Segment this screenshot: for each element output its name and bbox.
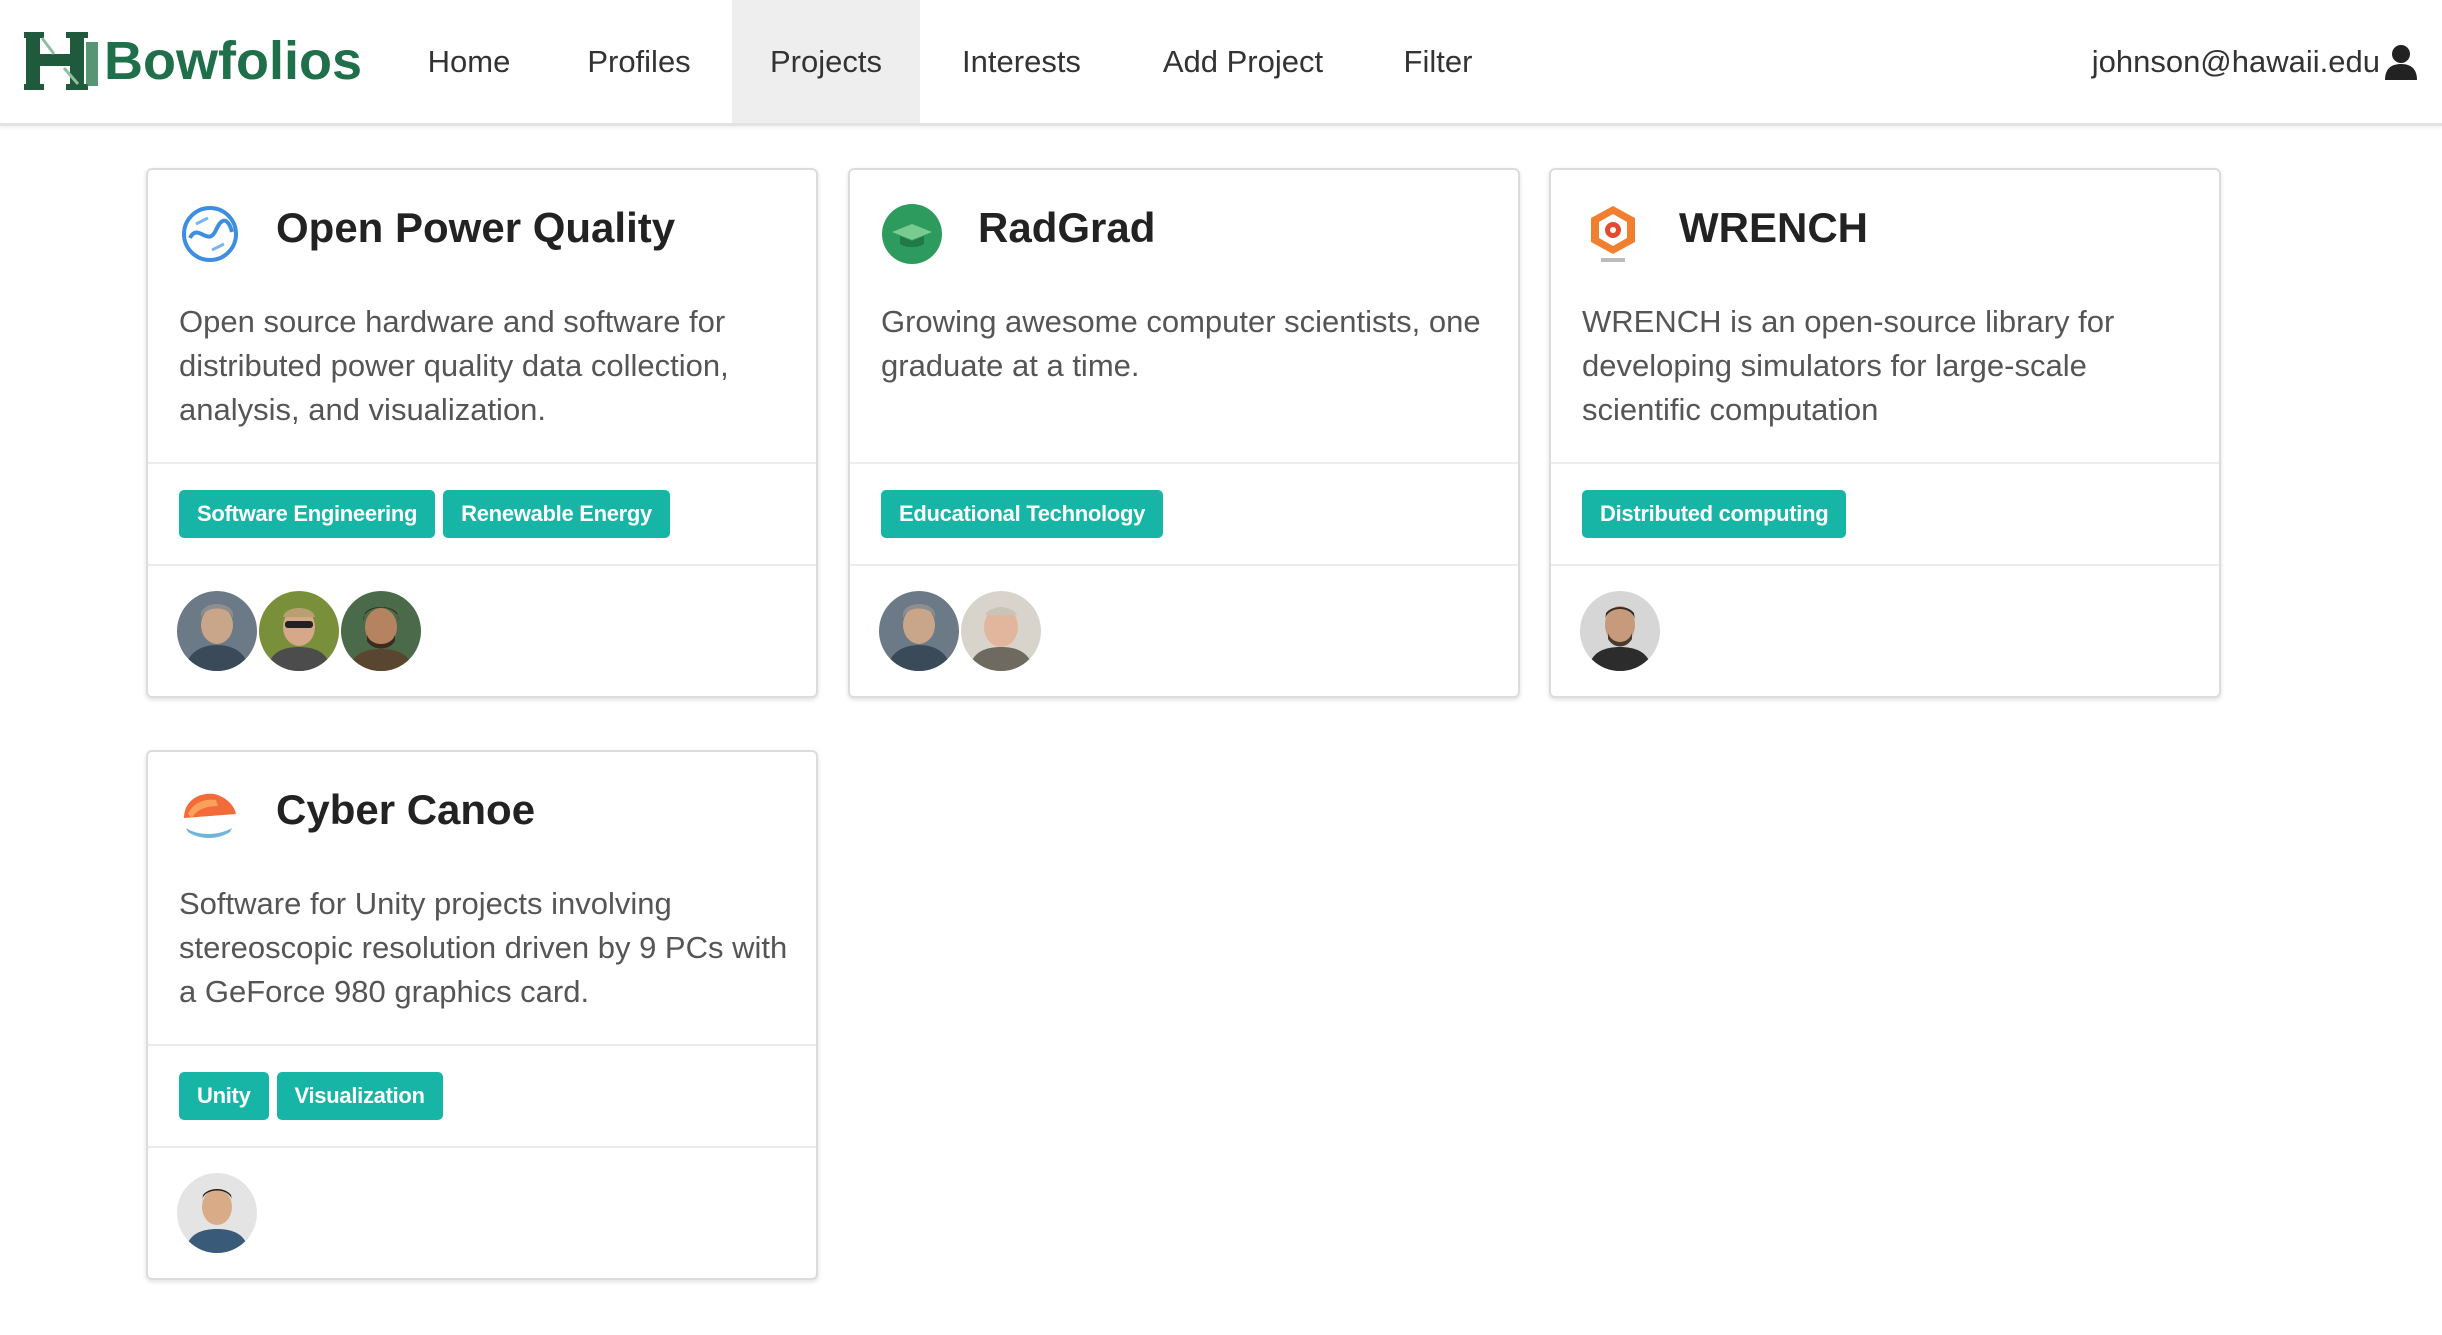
open-power-quality-logo-icon	[182, 206, 238, 262]
brand-link[interactable]: Bowfolios	[24, 28, 362, 94]
member-avatar[interactable]	[177, 591, 257, 671]
tag-distributed-computing[interactable]: Distributed computing	[1582, 490, 1847, 538]
nav-profiles[interactable]: Profiles	[565, 0, 713, 123]
nav-home[interactable]: Home	[404, 0, 534, 123]
project-members	[1551, 566, 2219, 696]
project-tags: Educational Technology	[850, 464, 1518, 566]
cyber-canoe-logo-icon	[184, 793, 236, 842]
project-description: WRENCH is an open-source library for dev…	[1582, 304, 2115, 427]
tag-educational-technology[interactable]: Educational Technology	[881, 490, 1164, 538]
nav-add-project[interactable]: Add Project	[1143, 0, 1343, 123]
project-tags: Unity Visualization	[148, 1046, 816, 1148]
top-navbar: Bowfolios Home Profiles Projects Interes…	[0, 0, 2442, 126]
project-members	[850, 566, 1518, 696]
uh-logo-icon	[24, 32, 98, 90]
project-title[interactable]: Open Power Quality	[276, 204, 675, 252]
brand-name: Bowfolios	[104, 31, 362, 91]
project-description: Open source hardware and software for di…	[179, 304, 729, 427]
project-members	[148, 1148, 816, 1278]
project-description: Software for Unity projects involving st…	[179, 886, 788, 1009]
project-tags: Distributed computing	[1551, 464, 2219, 566]
member-avatar[interactable]	[1580, 591, 1660, 671]
project-card-wrench: WRENCH WRENCH is an open-source library …	[1549, 168, 2221, 698]
project-title[interactable]: RadGrad	[978, 204, 1155, 252]
user-menu[interactable]: johnson@hawaii.edu	[2092, 0, 2418, 123]
tag-software-engineering[interactable]: Software Engineering	[179, 490, 436, 538]
project-tags: Software Engineering Renewable Energy	[148, 464, 816, 566]
project-description: Growing awesome computer scientists, one…	[881, 304, 1481, 383]
member-avatar[interactable]	[879, 591, 959, 671]
project-card-cyber-canoe: Cyber Canoe Software for Unity projects …	[146, 750, 818, 1280]
radgrad-logo-icon	[882, 204, 942, 264]
member-avatar[interactable]	[341, 591, 421, 671]
member-avatar[interactable]	[177, 1173, 257, 1253]
tag-unity[interactable]: Unity	[179, 1072, 269, 1120]
tag-visualization[interactable]: Visualization	[276, 1072, 443, 1120]
nav-projects[interactable]: Projects	[732, 0, 920, 123]
user-icon	[2385, 44, 2417, 80]
project-title[interactable]: Cyber Canoe	[276, 786, 535, 834]
wrench-logo-icon	[1591, 206, 1635, 262]
project-card-radgrad: RadGrad Growing awesome computer scienti…	[848, 168, 1520, 698]
nav-filter[interactable]: Filter	[1382, 0, 1494, 123]
project-title[interactable]: WRENCH	[1679, 204, 1868, 252]
project-members	[148, 566, 816, 696]
member-avatar[interactable]	[259, 591, 339, 671]
nav-interests[interactable]: Interests	[940, 0, 1103, 123]
tag-renewable-energy[interactable]: Renewable Energy	[443, 490, 670, 538]
member-avatar[interactable]	[961, 591, 1041, 671]
user-email: johnson@hawaii.edu	[2091, 43, 2380, 79]
project-card-open-power-quality: Open Power Quality Open source hardware …	[146, 168, 818, 698]
